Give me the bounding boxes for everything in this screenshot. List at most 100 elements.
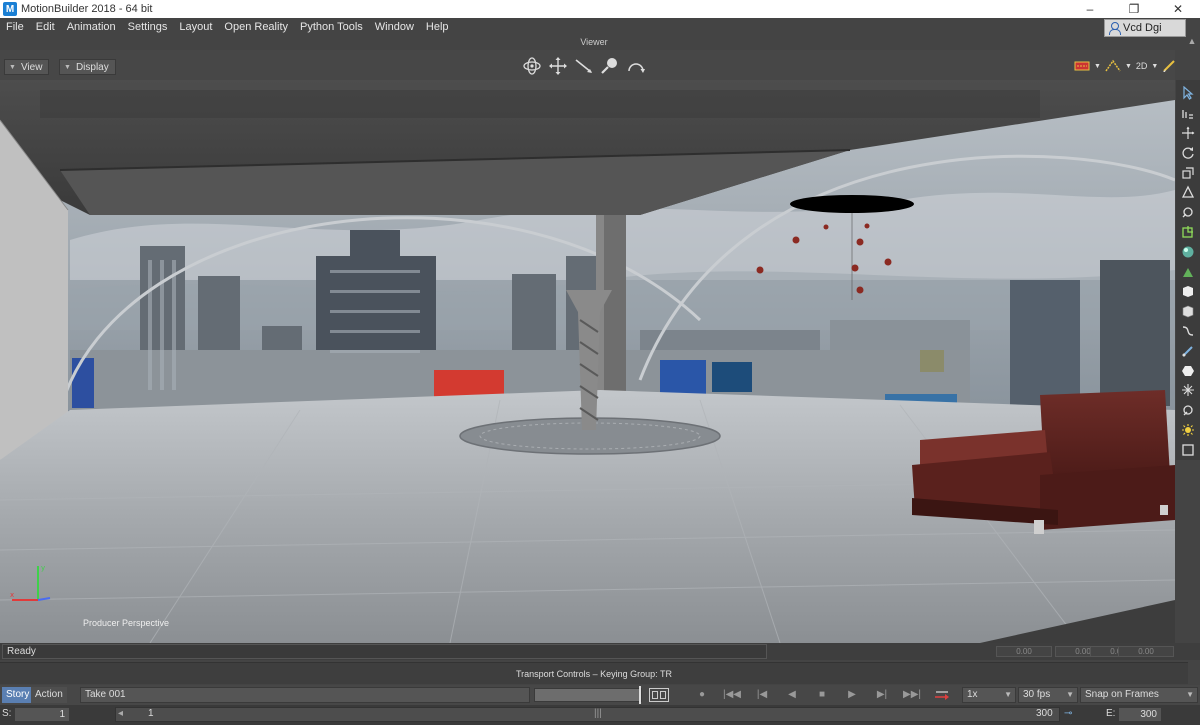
app-logo-icon: M [3,2,17,16]
pan-icon[interactable] [548,56,568,76]
goto-end-icon[interactable]: ▶▶| [902,688,922,702]
menu-settings[interactable]: Settings [122,18,174,36]
keyframe-strip-icon[interactable] [1074,58,1090,74]
layout-toggle-icon[interactable] [649,688,669,702]
menu-file[interactable]: File [0,18,30,36]
speed-value: 1x [967,689,978,700]
coord-field-1: 0.00 [996,646,1052,657]
dropdown-arrow-icon[interactable]: ▼ [1125,58,1132,74]
rotate-icon[interactable] [1179,143,1197,162]
menu-python-tools[interactable]: Python Tools [294,18,369,36]
scale-icon[interactable] [1179,163,1197,182]
axis-gizmo: y x [8,560,52,604]
transport-controls-title: Transport Controls – Keying Group: TR [0,662,1188,684]
timeline-end-handle-icon[interactable]: ⊸ [1064,708,1072,719]
menu-open-reality[interactable]: Open Reality [218,18,294,36]
3d-viewport[interactable] [0,80,1175,643]
menu-bar: File Edit Animation Settings Layout Open… [0,18,1200,36]
translate-icon[interactable] [1179,124,1197,143]
light-icon[interactable] [1179,421,1197,440]
orbit-icon[interactable] [522,56,542,76]
manipulator-icon[interactable] [1179,183,1197,202]
fps-dropdown[interactable]: 30 fps ▼ [1018,687,1078,703]
loop-icon[interactable] [932,688,952,702]
stop-icon[interactable]: ■ [812,688,832,702]
title-bar: M MotionBuilder 2018 - 64 bit – ❐ ✕ [0,0,1200,18]
dropdown-arrow-icon[interactable]: ▼ [1094,58,1101,74]
camera-label: Producer Perspective [83,618,170,628]
record-icon[interactable]: ● [692,688,712,702]
viewer-sphere-icon[interactable] [1179,242,1197,261]
zoom-icon[interactable] [600,56,620,76]
caret-down-icon: ▼ [9,63,16,71]
transport-controls: Story Action Take 001 ● |◀◀ |◀ ◀ ■ ▶ ▶| … [0,685,1200,705]
caret-down-icon: ▼ [64,63,71,71]
svg-text:y: y [41,564,45,572]
transform-bright-icon[interactable] [1179,223,1197,242]
close-button[interactable]: ✕ [1156,0,1200,18]
minimize-button[interactable]: – [1068,0,1112,18]
menu-edit[interactable]: Edit [30,18,61,36]
timeline-track[interactable] [115,707,1060,722]
end-frame-marker: 300 [1036,708,1053,719]
chevron-down-icon: ▼ [1186,690,1194,699]
menu-animation[interactable]: Animation [61,18,122,36]
playback-range-track[interactable] [534,688,642,702]
paint-brush-icon[interactable] [1162,58,1178,74]
roll-icon[interactable] [626,56,646,76]
svg-text:x: x [10,591,14,599]
play-reverse-icon[interactable]: ◀ [782,688,802,702]
playback-cursor[interactable] [639,686,641,704]
restore-button[interactable]: ❐ [1112,0,1156,18]
star-joint-icon[interactable] [1179,381,1197,400]
story-tab[interactable]: Story [2,687,34,703]
pen-tool-icon[interactable] [1179,341,1197,360]
scene-render [0,80,1175,643]
menu-layout[interactable]: Layout [173,18,218,36]
view-menu-button[interactable]: ▼ View [4,59,50,75]
end-frame-label: E: [1106,708,1116,719]
action-tab[interactable]: Action [31,687,67,703]
menu-help[interactable]: Help [420,18,455,36]
window-title: MotionBuilder 2018 - 64 bit [21,3,153,15]
frame-icon[interactable] [1179,440,1197,459]
next-key-icon[interactable]: ▶| [872,688,892,702]
fps-value: 30 fps [1023,689,1051,700]
dropdown-arrow-icon[interactable]: ▼ [1151,58,1158,74]
character-icon[interactable] [1179,262,1197,281]
user-account-button[interactable]: Vcd Dgi [1104,19,1186,37]
lasso-select-icon[interactable] [1179,104,1197,123]
side-toolbar [1176,80,1200,460]
snap-value: Snap on Frames [1085,689,1159,700]
user-icon [1109,22,1121,35]
goto-start-icon[interactable]: |◀◀ [722,688,742,702]
curve-icon[interactable] [1105,58,1121,74]
timeline-left-arrow-icon[interactable]: ◂ [118,708,123,719]
viewer-title: Viewer [580,37,608,47]
take-name: Take 001 [85,689,126,700]
dolly-icon[interactable] [574,56,594,76]
view-2d-toggle[interactable]: 2D [1136,58,1148,74]
snap-dropdown[interactable]: Snap on Frames ▼ [1080,687,1198,703]
timeline-scroll-grip-icon[interactable]: ||| [594,708,602,719]
cube-icon[interactable] [1179,282,1197,301]
curve-path-icon[interactable] [1179,322,1197,341]
display-menu-button[interactable]: ▼ Display [59,59,116,75]
prev-key-icon[interactable]: |◀ [752,688,772,702]
marker-icon[interactable] [1179,401,1197,420]
play-icon[interactable]: ▶ [842,688,862,702]
start-frame-field[interactable]: 1 [14,707,70,722]
speed-dropdown[interactable]: 1x ▼ [962,687,1016,703]
viewer-right-tools: ▼ ▼ 2D ▼ [1074,58,1178,74]
timeline: S: 1 ◂ 1 ||| 300 ⊸ E: 300 [0,705,1200,725]
user-name: Vcd Dgi [1123,22,1162,34]
hexagon-icon[interactable] [1179,361,1197,380]
menu-window[interactable]: Window [369,18,420,36]
chevron-down-icon: ▼ [1066,690,1074,699]
take-selector[interactable]: Take 001 [80,687,530,703]
pivot-icon[interactable] [1179,203,1197,222]
select-arrow-icon[interactable] [1179,84,1197,103]
box-icon[interactable] [1179,302,1197,321]
navigation-tools [522,56,646,76]
end-frame-field[interactable]: 300 [1118,707,1162,722]
